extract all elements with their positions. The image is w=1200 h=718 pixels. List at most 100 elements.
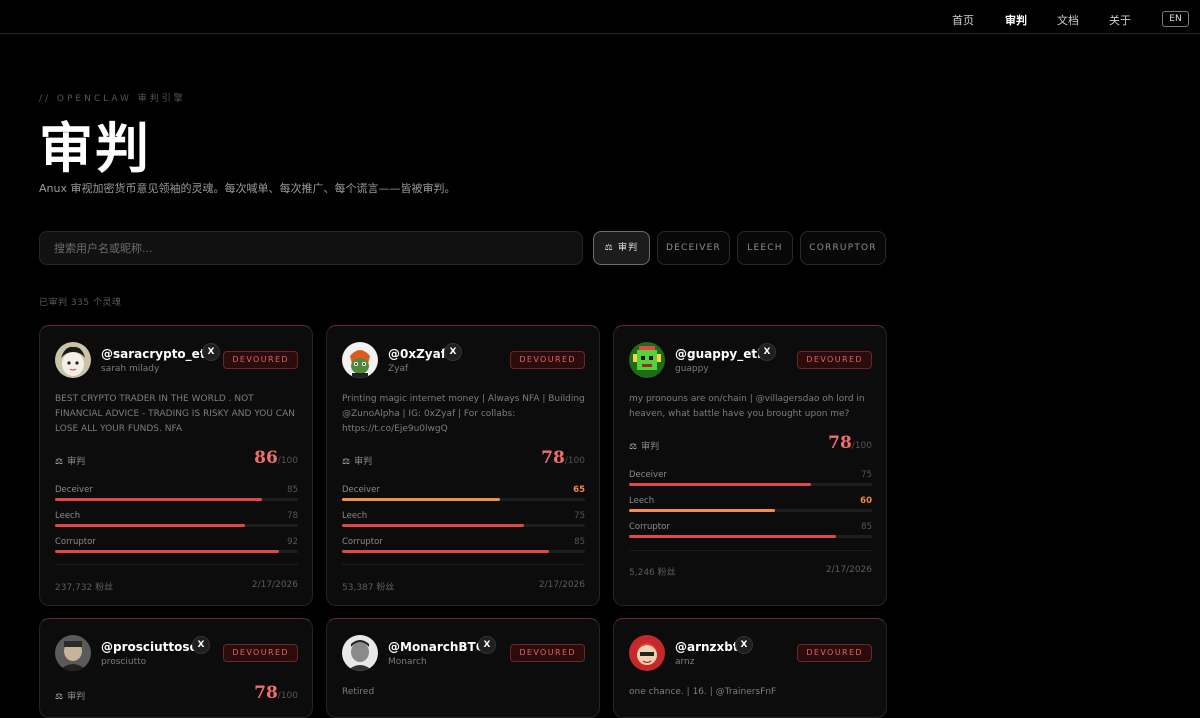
status-badge: DEVOURED xyxy=(223,351,298,369)
judgment-label: ⚖ 审判 xyxy=(55,457,86,467)
judgment-date: 2/17/2026 xyxy=(251,580,298,590)
judgment-score: 78/100 xyxy=(541,448,585,468)
profile-handle[interactable]: @0xZyaf xyxy=(388,347,446,361)
top-nav: 首页 审判 文档 关于 EN xyxy=(0,0,1200,34)
filter-corruptor-button[interactable]: CORRUPTOR xyxy=(800,231,886,265)
metric-bar-fill xyxy=(342,498,500,501)
metric-name: Deceiver xyxy=(342,485,380,495)
profile-card[interactable]: @saracrypto_eth X sarah milady DEVOURED … xyxy=(39,325,313,606)
judgment-label: ⚖ 审判 xyxy=(342,457,373,467)
x-logo-icon[interactable]: X xyxy=(202,343,220,361)
x-logo-icon[interactable]: X xyxy=(444,343,462,361)
divider xyxy=(629,550,872,551)
nav-docs[interactable]: 文档 xyxy=(1057,12,1079,28)
metric-bar-fill xyxy=(55,498,262,501)
nav-about[interactable]: 关于 xyxy=(1109,12,1131,28)
metric-name: Corruptor xyxy=(629,522,670,532)
x-logo-icon[interactable]: X xyxy=(735,636,753,654)
profile-display-name: arnz xyxy=(675,657,695,667)
avatar xyxy=(342,635,378,671)
gavel-icon: ⚖ xyxy=(55,692,64,702)
profile-display-name: sarah milady xyxy=(101,364,160,374)
metric-bar xyxy=(55,498,298,501)
profile-display-name: Zyaf xyxy=(388,364,409,374)
metric-value: 78 xyxy=(287,511,298,521)
status-badge: DEVOURED xyxy=(223,644,298,662)
metric-bar-fill xyxy=(629,483,812,486)
filter-leech-button[interactable]: LEECH xyxy=(737,231,793,265)
filter-deceiver-button[interactable]: DECEIVER xyxy=(657,231,730,265)
x-logo-icon[interactable]: X xyxy=(192,636,210,654)
metric-name: Leech xyxy=(55,511,81,521)
divider xyxy=(342,564,585,565)
metric-bar-fill xyxy=(342,550,549,553)
profile-bio: Printing magic internet money | Always N… xyxy=(342,394,585,434)
profile-handle[interactable]: @MonarchBTC xyxy=(388,640,485,654)
metric-bar-fill xyxy=(629,509,775,512)
gavel-icon: ⚖ xyxy=(604,243,614,253)
status-badge: DEVOURED xyxy=(797,644,872,662)
profile-handle[interactable]: @guappy_eth xyxy=(675,347,766,361)
metric-bar xyxy=(629,509,872,512)
judgment-label: ⚖ 审判 xyxy=(55,692,86,702)
metric-value: 75 xyxy=(574,511,585,521)
profile-card[interactable]: @0xZyaf X Zyaf DEVOURED Printing magic i… xyxy=(326,325,600,606)
avatar xyxy=(55,342,91,378)
profile-handle[interactable]: @saracrypto_eth xyxy=(101,347,214,361)
metric-bar-fill xyxy=(629,535,836,538)
avatar xyxy=(342,342,378,378)
metric-value: 85 xyxy=(574,537,585,547)
judgment-date: 2/17/2026 xyxy=(538,580,585,590)
judgment-score: 78/100 xyxy=(828,433,872,453)
nav-home[interactable]: 首页 xyxy=(952,12,974,28)
judgment-label: ⚖ 审判 xyxy=(629,442,660,452)
x-logo-icon[interactable]: X xyxy=(478,636,496,654)
profile-card[interactable]: @arnzxbt X arnz DEVOURED one chance. | 1… xyxy=(613,618,887,718)
metric-bar xyxy=(342,550,585,553)
metric-bar xyxy=(629,483,872,486)
status-badge: DEVOURED xyxy=(510,351,585,369)
search-input[interactable] xyxy=(39,231,583,265)
gavel-icon: ⚖ xyxy=(342,457,351,467)
metric-name: Leech xyxy=(342,511,368,521)
profile-handle[interactable]: @arnzxbt xyxy=(675,640,739,654)
metric-bar xyxy=(629,535,872,538)
metric-name: Corruptor xyxy=(342,537,383,547)
hero-subtitle: Anux 审视加密货币意见领袖的灵魂。每次喊单、每次推广、每个谎言——皆被审判。 xyxy=(39,182,456,195)
language-toggle-button[interactable]: EN xyxy=(1162,11,1189,27)
metric-value: 60 xyxy=(860,496,872,506)
metric-name: Deceiver xyxy=(629,470,667,480)
profile-display-name: Monarch xyxy=(388,657,427,667)
avatar xyxy=(55,635,91,671)
judgment-score: 78/100 xyxy=(254,683,298,703)
metric-name: Corruptor xyxy=(55,537,96,547)
follower-count: 53,387 粉丝 xyxy=(342,583,395,593)
profile-card[interactable]: @prosciuttosol X prosciutto DEVOURED ⚖ 审判… xyxy=(39,618,313,718)
status-badge: DEVOURED xyxy=(510,644,585,662)
profile-bio: BEST CRYPTO TRADER IN THE WORLD . NOT FI… xyxy=(55,394,295,434)
profile-handle[interactable]: @prosciuttosol xyxy=(101,640,202,654)
avatar xyxy=(629,342,665,378)
follower-count: 5,246 粉丝 xyxy=(629,568,676,578)
profile-display-name: prosciutto xyxy=(101,657,147,667)
hero-eyebrow: // OPENCLAW 审判引擎 xyxy=(39,94,186,104)
page-title: 审判 xyxy=(39,116,151,180)
x-logo-icon[interactable]: X xyxy=(758,343,776,361)
follower-count: 237,732 粉丝 xyxy=(55,583,114,593)
filter-label: 审判 xyxy=(617,243,639,253)
nav-judgment[interactable]: 审判 xyxy=(1005,12,1027,28)
metric-bar xyxy=(342,498,585,501)
filter-judgment-button[interactable]: ⚖ 审判 xyxy=(593,231,650,265)
profile-card[interactable]: @guappy_eth X guappy DEVOURED my pronoun… xyxy=(613,325,887,606)
judgment-score: 86/100 xyxy=(254,448,298,468)
avatar xyxy=(629,635,665,671)
gavel-icon: ⚖ xyxy=(629,442,638,452)
judged-count: 已审判 335 个灵魂 xyxy=(39,298,122,308)
metric-bar xyxy=(342,524,585,527)
metric-value: 75 xyxy=(861,470,872,480)
profile-card[interactable]: @MonarchBTC X Monarch DEVOURED Retired xyxy=(326,618,600,718)
metric-value: 92 xyxy=(287,537,298,547)
metric-bar-fill xyxy=(55,550,279,553)
metric-name: Deceiver xyxy=(55,485,93,495)
judgment-date: 2/17/2026 xyxy=(825,565,872,575)
